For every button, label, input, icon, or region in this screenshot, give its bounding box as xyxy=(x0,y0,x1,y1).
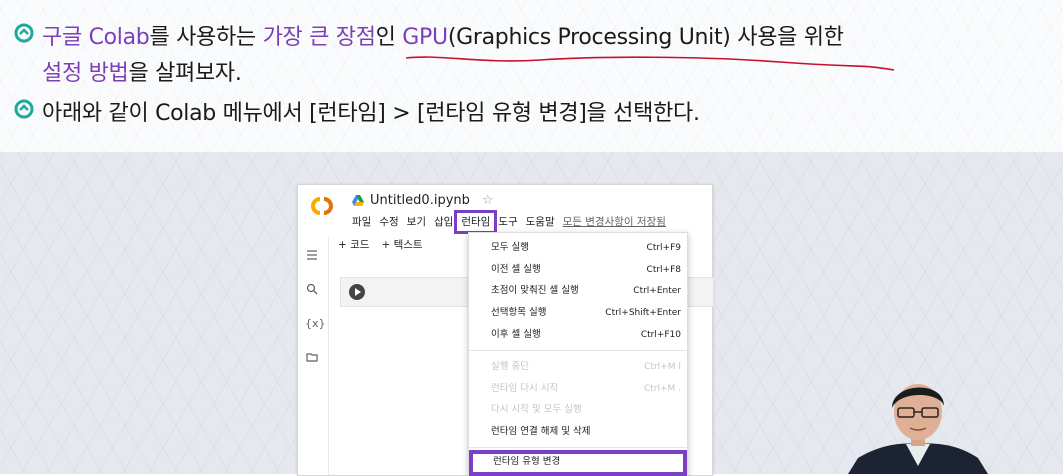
text-segment: 를 사용하는 xyxy=(149,25,263,50)
text-segment: 인 xyxy=(375,25,403,50)
slide-line-1: 구글 Colab를 사용하는 가장 큰 장점인 GPU(Graphics Pro… xyxy=(42,19,844,51)
presenter-video xyxy=(848,384,988,474)
toc-icon[interactable] xyxy=(305,249,319,263)
menu-insert[interactable]: 삽입 xyxy=(430,213,457,231)
left-sidebar: {x} xyxy=(298,237,329,475)
menu-item-restart-run-all[interactable]: 다시 시작 및 모두 실행 xyxy=(469,400,687,420)
add-code-button[interactable]: + 코드 xyxy=(338,237,369,252)
save-status-link[interactable]: 모든 변경사항이 저장됨 xyxy=(559,213,670,231)
text-setup-method: 설정 방법 xyxy=(42,61,129,86)
menu-item-run-after[interactable]: 이후 셀 실행 Ctrl+F10 xyxy=(469,325,687,345)
menu-item-shortcut: Ctrl+F8 xyxy=(646,265,681,275)
menu-item-run-selection[interactable]: 선택항목 실행 Ctrl+Shift+Enter xyxy=(469,303,687,323)
menu-item-label: 다시 시작 및 모두 실행 xyxy=(491,404,582,415)
menu-item-shortcut: Ctrl+M I xyxy=(644,362,681,372)
menu-separator xyxy=(469,350,687,351)
menu-item-label: 런타임 연결 해제 및 삭제 xyxy=(491,426,591,437)
menu-edit[interactable]: 수정 xyxy=(375,213,402,231)
cell-toolbar: + 코드 + 텍스트 xyxy=(338,237,423,252)
menu-item-shortcut: Ctrl+M . xyxy=(643,384,681,394)
menu-item-run-all[interactable]: 모두 실행 Ctrl+F9 xyxy=(469,238,687,258)
menu-item-shortcut: Ctrl+Shift+Enter xyxy=(605,308,681,318)
runtime-dropdown-menu: 모두 실행 Ctrl+F9 이전 셀 실행 Ctrl+F8 초점이 맞춰진 셀 실행… xyxy=(468,232,688,476)
text-gpu: GPU xyxy=(402,25,448,50)
add-text-button[interactable]: + 텍스트 xyxy=(381,237,422,252)
menu-item-interrupt[interactable]: 실행 중단 Ctrl+M I xyxy=(469,357,687,377)
menu-view[interactable]: 보기 xyxy=(403,213,430,231)
pen-underline xyxy=(405,56,895,71)
menu-item-shortcut: Ctrl+F9 xyxy=(646,243,681,253)
menu-item-shortcut: Ctrl+Enter xyxy=(633,286,681,296)
menu-item-run-focused[interactable]: 초점이 맞춰진 셀 실행 Ctrl+Enter xyxy=(469,281,687,301)
text-segment: 을 살펴보자. xyxy=(128,61,242,86)
notebook-title[interactable]: Untitled0.ipynb xyxy=(370,193,470,208)
menu-item-change-runtime-type[interactable]: 런타임 유형 변경 xyxy=(469,450,687,476)
notebook-title-row: Untitled0.ipynb ☆ xyxy=(352,191,494,209)
menu-file[interactable]: 파일 xyxy=(348,213,375,231)
menu-item-label: 런타임 유형 변경 xyxy=(493,456,561,467)
text-segment: (Graphics Processing Unit) 사용을 위한 xyxy=(447,25,844,50)
menu-separator xyxy=(469,447,687,448)
bullet-icon xyxy=(14,99,34,119)
menu-item-label: 선택항목 실행 xyxy=(491,307,547,318)
menu-item-disconnect-delete[interactable]: 런타임 연결 해제 및 삭제 xyxy=(469,422,687,442)
menu-item-label: 런타임 다시 시작 xyxy=(491,383,559,394)
menu-item-label: 초점이 맞춰진 셀 실행 xyxy=(491,285,579,296)
menu-item-label: 모두 실행 xyxy=(491,242,529,253)
menu-runtime[interactable]: 런타임 xyxy=(454,210,498,234)
text-colab: 구글 Colab xyxy=(42,25,150,50)
menu-item-shortcut: Ctrl+F10 xyxy=(640,330,681,340)
search-icon[interactable] xyxy=(305,283,319,297)
slide-line-2: 설정 방법을 살펴보자. xyxy=(42,55,242,87)
menu-item-restart[interactable]: 런타임 다시 시작 Ctrl+M . xyxy=(469,379,687,399)
variables-icon[interactable]: {x} xyxy=(305,317,326,331)
menu-help[interactable]: 도움말 xyxy=(522,213,559,231)
menu-item-label: 이전 셀 실행 xyxy=(491,264,541,275)
star-icon[interactable]: ☆ xyxy=(482,193,494,208)
slide-line-3: 아래와 같이 Colab 메뉴에서 [런타임] > [런타임 유형 변경]을 선… xyxy=(42,101,700,126)
bullet-icon xyxy=(14,23,34,43)
menu-tools[interactable]: 도구 xyxy=(494,213,521,231)
drive-icon xyxy=(352,194,364,206)
text-advantage: 가장 큰 장점 xyxy=(262,25,376,50)
menu-item-label: 실행 중단 xyxy=(491,361,529,372)
menu-item-label: 이후 셀 실행 xyxy=(491,329,541,340)
folder-icon[interactable] xyxy=(305,351,319,365)
menu-item-run-before[interactable]: 이전 셀 실행 Ctrl+F8 xyxy=(469,260,687,280)
menu-bar: 파일 수정 보기 삽입 런타임 도구 도움말 모든 변경사항이 저장됨 xyxy=(348,210,670,234)
run-cell-button[interactable] xyxy=(349,284,365,300)
colab-logo-icon xyxy=(311,197,333,215)
